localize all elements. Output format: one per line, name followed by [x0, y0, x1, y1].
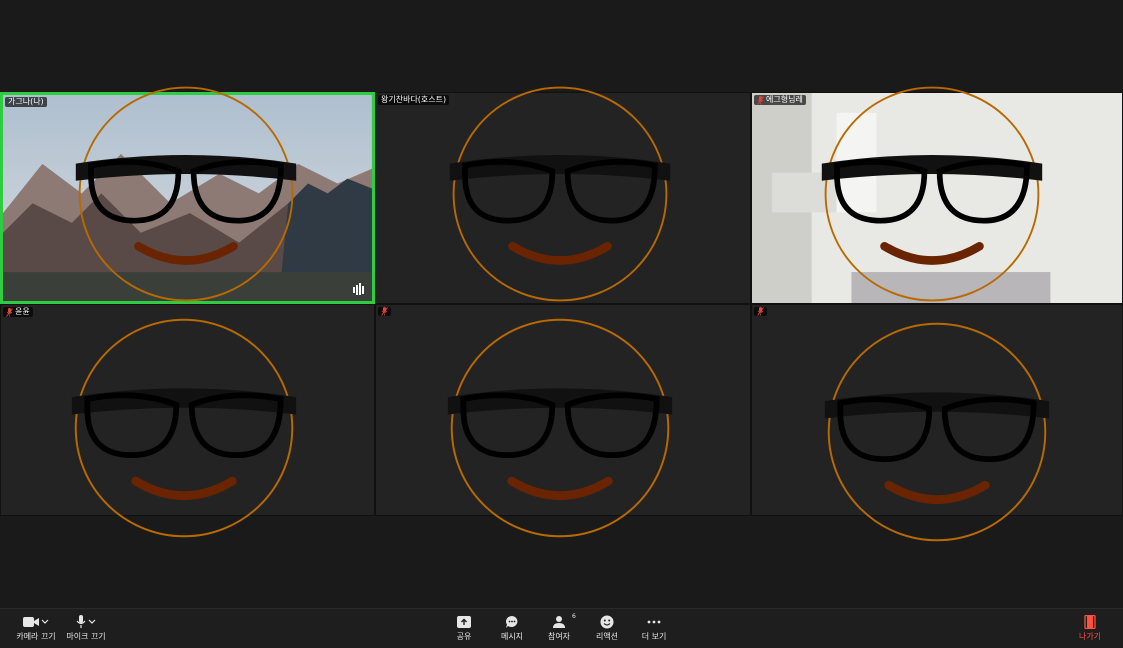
sunglasses-emoji-icon [71, 318, 297, 538]
sunglasses-emoji-icon [449, 86, 671, 302]
meeting-toolbar: 카메라 끄기 마이크 끄기 공유 메시지 6 참여자 리액션 더 보기 나가기 [0, 608, 1123, 648]
share-screen-icon [457, 616, 471, 628]
sunglasses-emoji-icon [75, 86, 297, 302]
camera-toggle-label: 카메라 끄기 [16, 632, 56, 641]
more-button[interactable]: 더 보기 [638, 612, 670, 646]
sunglasses-emoji-icon [821, 86, 1043, 302]
sunglasses-emoji-icon [824, 322, 1050, 542]
chevron-down-icon[interactable] [41, 619, 49, 625]
leave-button[interactable]: 나가기 [1074, 612, 1106, 646]
sunglasses-emoji-icon [447, 318, 673, 538]
mic-toggle-button[interactable]: 마이크 끄기 [64, 612, 108, 646]
participant-name-tag [754, 307, 767, 316]
participants-button[interactable]: 6 참여자 [543, 612, 576, 646]
participant-name-tag: 윤윤 [3, 307, 33, 317]
participant-name-tag: 가그나(나) [5, 97, 47, 107]
participant-name: 에그형님레 [766, 95, 803, 104]
participant-name-tag [378, 307, 391, 316]
more-label: 더 보기 [641, 632, 667, 641]
chat-bubble-icon [506, 616, 518, 628]
audio-level-icon [353, 283, 364, 295]
participant-name: 윤윤 [15, 307, 30, 316]
participant-name: 가그나(나) [8, 97, 44, 106]
video-camera-icon [23, 617, 39, 627]
participant-name-tag: 왕기찬바다(호스트) [378, 95, 450, 105]
chat-label: 메시지 [500, 632, 524, 641]
chevron-down-icon[interactable] [88, 619, 96, 625]
more-dots-icon [647, 620, 661, 624]
participant-name-tag: 에그형님레 [754, 95, 806, 105]
participants-label: 참여자 [547, 632, 571, 641]
mic-muted-icon [757, 307, 764, 316]
person-icon [553, 616, 565, 628]
share-screen-button[interactable]: 공유 [448, 612, 480, 646]
share-screen-label: 공유 [456, 632, 472, 641]
mic-muted-icon [6, 307, 13, 317]
mic-toggle-label: 마이크 끄기 [66, 632, 106, 641]
smiley-icon [600, 615, 614, 629]
reactions-button[interactable]: 리액션 [591, 612, 623, 646]
microphone-icon [76, 615, 86, 628]
mic-muted-icon [381, 307, 388, 316]
exit-door-icon [1084, 615, 1096, 629]
leave-label: 나가기 [1078, 632, 1102, 641]
participants-count: 6 [572, 613, 576, 620]
chat-button[interactable]: 메시지 [496, 612, 528, 646]
participant-name: 왕기찬바다(호스트) [381, 95, 447, 104]
mic-muted-icon [757, 95, 764, 105]
reactions-label: 리액션 [595, 632, 619, 641]
camera-toggle-button[interactable]: 카메라 끄기 [14, 612, 58, 646]
meeting-window: 가그나(나) 왕기찬바다(호스트) 에그형님레 윤윤 카메라 끄기 마이크 끄기… [0, 0, 1123, 648]
